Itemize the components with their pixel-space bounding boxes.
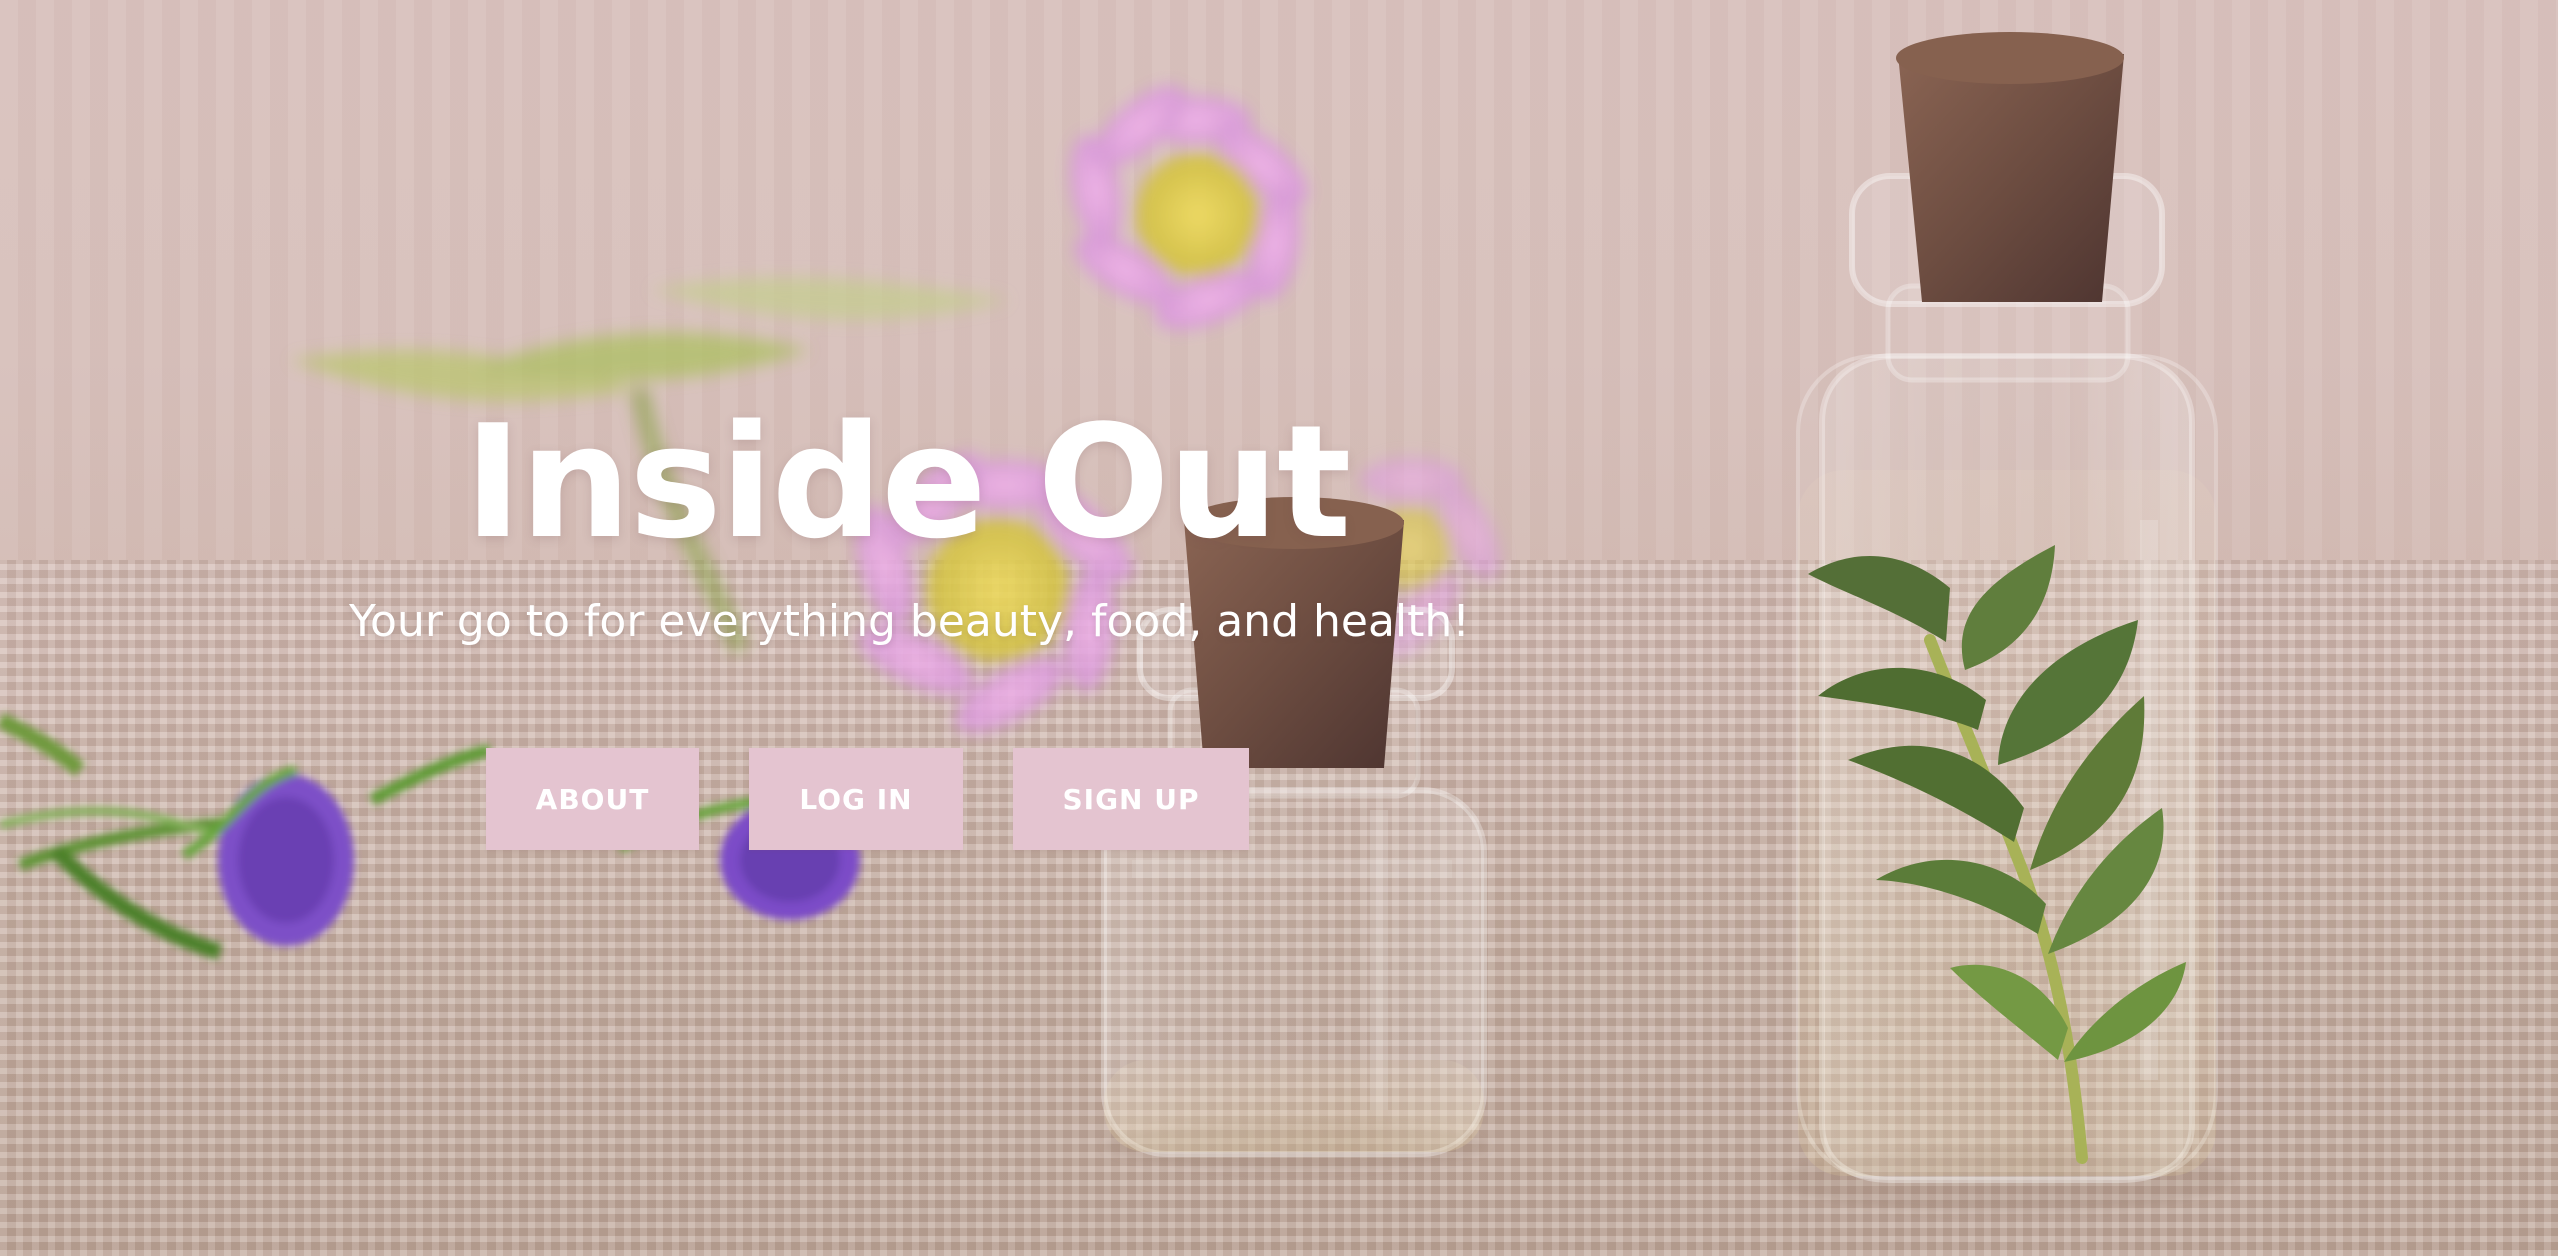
hero-navigation: ABOUT LOG IN SIGN UP (486, 748, 1249, 850)
hero-section: Inside Out Your go to for everything bea… (0, 0, 2558, 1256)
log-in-button[interactable]: LOG IN (749, 748, 963, 850)
page-title: Inside Out (464, 391, 1351, 573)
page-tagline: Your go to for everything beauty, food, … (349, 596, 1470, 647)
about-button[interactable]: ABOUT (486, 748, 699, 850)
thistle-flower-left-icon (0, 712, 492, 960)
large-bottle-icon (1778, 32, 2234, 1212)
blurred-pink-flower-top-icon (1070, 85, 1308, 330)
large-cork-icon (1898, 54, 2124, 302)
sign-up-button[interactable]: SIGN UP (1013, 748, 1249, 850)
